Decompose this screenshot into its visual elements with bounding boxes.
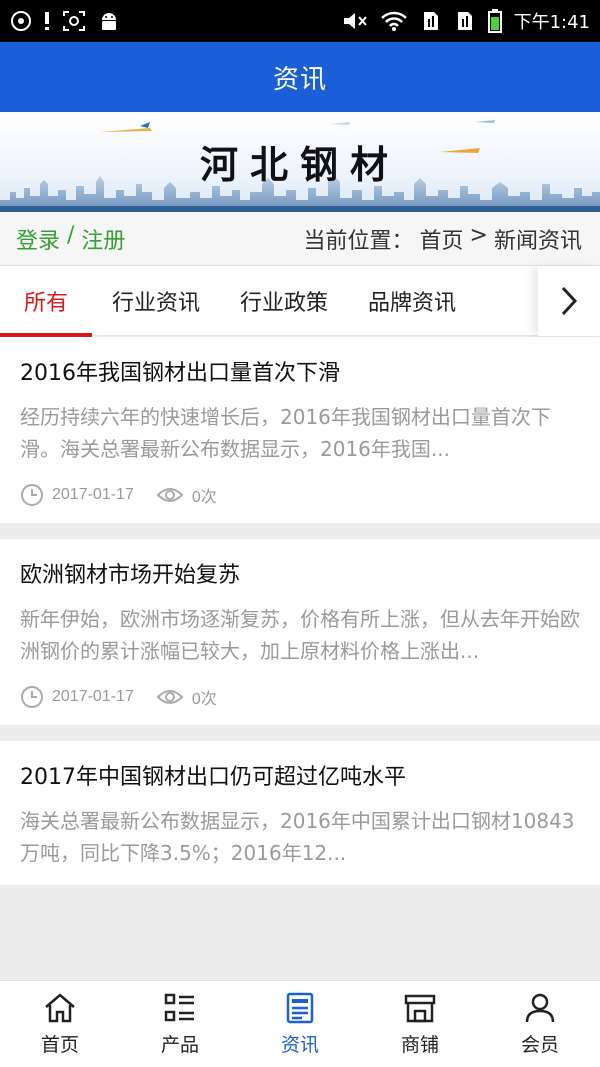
news-card[interactable]: 欧洲钢材市场开始复苏 新年伊始，欧洲市场逐渐复苏，价格有所上涨，但从去年开始欧洲… [0,539,600,725]
breadcrumb-current: 新闻资讯 [493,228,582,254]
news-summary: 新年伊始，欧洲市场逐渐复苏，价格有所上涨，但从去年开始欧洲钢价的累计涨幅已较大，… [20,607,580,663]
clock-icon [21,484,43,506]
nav-member[interactable]: 会员 [480,981,600,1067]
news-views: 0次 [191,489,217,506]
news-list: 2016年我国钢材出口量首次下滑 经历持续六年的快速增长后，2016年我国钢材出… [0,337,600,901]
banner-title: 河北钢材 [199,142,400,187]
nav-shops-label: 商铺 [400,1033,439,1056]
nav-member-label: 会员 [520,1033,559,1056]
nav-news-label: 资讯 [280,1033,319,1056]
tab-all[interactable]: 所有 [0,266,92,337]
disc-icon [10,10,32,32]
news-summary: 经历持续六年的快速增长后，2016年我国钢材出口量首次下滑。海关总署最新公布数据… [20,405,551,461]
mute-icon [342,10,368,32]
register-link[interactable]: 注册 [81,223,125,255]
tab-industry-news[interactable]: 行业资讯 [92,266,220,336]
document-icon [286,992,314,1023]
eye-icon [156,488,184,502]
clock-icon [21,686,43,708]
android-icon [98,10,120,32]
news-title[interactable]: 欧洲钢材市场开始复苏 [20,559,580,593]
status-time: 下午1:41 [513,12,590,33]
news-meta: 2017-01-17 0次 [20,685,580,709]
category-tabs: 所有 行业资讯 行业政策 品牌资讯 [0,266,600,337]
page-title: 资讯 [272,64,327,95]
nav-home-label: 首页 [40,1033,79,1056]
breadcrumb-arrow: > [469,222,488,248]
breadcrumb-home[interactable]: 首页 [420,223,464,255]
wifi-icon [380,10,408,32]
login-register: 登录 / 注册 [16,223,125,255]
screenshot-icon [62,10,86,32]
bottom-nav: 首页 产品 资讯 商铺 会员 [0,980,600,1067]
tabs-scroll-right-button[interactable] [538,266,600,336]
user-icon [525,993,555,1022]
news-title[interactable]: 2016年我国钢材出口量首次下滑 [20,357,580,391]
news-card[interactable]: 2016年我国钢材出口量首次下滑 经历持续六年的快速增长后，2016年我国钢材出… [0,337,600,523]
nav-home[interactable]: 首页 [0,981,120,1067]
login-link[interactable]: 登录 [16,223,60,255]
tab-industry-policy[interactable]: 行业政策 [220,266,348,336]
nav-products[interactable]: 产品 [120,981,240,1067]
breadcrumb: 当前位置： 首页 > 新闻资讯 [304,223,582,255]
status-bar: 下午1:41 [0,0,600,42]
chevron-right-icon [561,286,578,316]
news-date: 2017-01-17 [52,688,134,705]
breadcrumb-prefix: 当前位置： [303,228,414,254]
list-icon [164,993,194,1021]
sim-signal-icon [420,10,442,32]
home-icon [45,992,75,1022]
sim-signal-2-icon [454,10,476,32]
breadcrumb-bar: 登录 / 注册 当前位置： 首页 > 新闻资讯 [0,212,600,266]
news-card[interactable]: 2017年中国钢材出口仍可超过亿吨水平 海关总署最新公布数据显示，2016年中国… [0,741,600,885]
eye-icon [156,690,184,704]
nav-products-label: 产品 [160,1033,199,1056]
tab-brand-news[interactable]: 品牌资讯 [348,266,476,336]
nav-news[interactable]: 资讯 [240,981,360,1067]
news-title[interactable]: 2017年中国钢材出口仍可超过亿吨水平 [20,761,580,795]
battery-icon [487,9,502,33]
news-summary: 海关总署最新公布数据显示，2016年中国累计出口钢材10843万吨，同比下降3.… [20,809,575,865]
banner: 河北钢材 [0,112,600,212]
news-date: 2017-01-17 [52,486,134,503]
news-views: 0次 [191,691,217,708]
nav-shops[interactable]: 商铺 [360,981,480,1067]
store-icon [404,994,436,1022]
alert-icon [44,11,50,31]
news-meta: 2017-01-17 0次 [20,483,580,507]
page-header: 资讯 [0,42,600,112]
login-separator: / [60,222,82,248]
